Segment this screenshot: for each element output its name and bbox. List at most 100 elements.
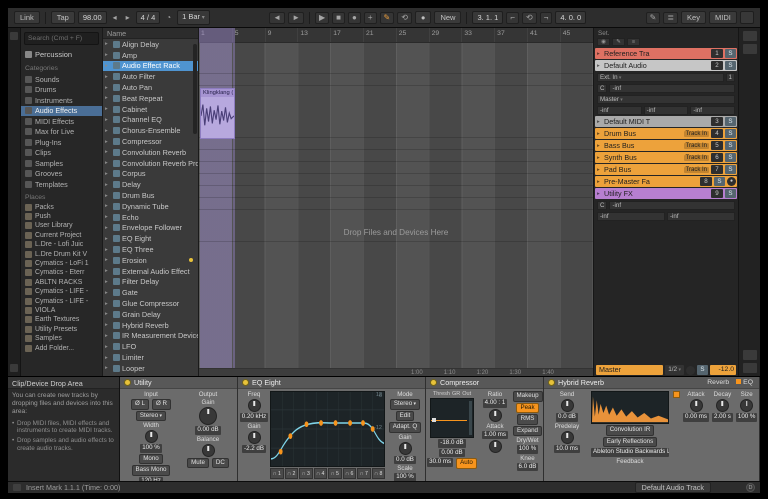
eq-band-button[interactable]: 7 bbox=[357, 468, 371, 479]
ir-waveform-display[interactable] bbox=[591, 391, 669, 424]
eq-eight-title-bar[interactable]: EQ Eight bbox=[238, 377, 425, 389]
track-name[interactable]: Bass Bus bbox=[604, 141, 682, 150]
edit-button[interactable]: Edit bbox=[396, 411, 415, 422]
crossfade-assign-button[interactable]: C bbox=[597, 84, 607, 93]
ratio-value[interactable]: 4.00 : 1 bbox=[483, 399, 508, 408]
track-fold-icon[interactable] bbox=[597, 63, 602, 69]
io-show-hide-icon[interactable] bbox=[743, 44, 757, 54]
track-header-pre-master[interactable]: Pre-Master Fa 8 S ● bbox=[595, 176, 737, 187]
sidebar-category-item[interactable]: Drums bbox=[21, 85, 102, 96]
track-header-bus[interactable]: Drum Bus Track In 4 S bbox=[595, 128, 737, 139]
solo-button[interactable]: S bbox=[725, 165, 736, 174]
punch-out-button[interactable]: ¬ bbox=[540, 12, 553, 24]
output-gain-value[interactable]: 0.0 dB bbox=[394, 456, 416, 465]
crossfade-assign-button[interactable]: C bbox=[597, 201, 607, 210]
reverb-tab[interactable]: Reverb bbox=[705, 379, 731, 386]
browser-device-row[interactable]: Align Delay bbox=[103, 39, 198, 50]
sidebar-place-item[interactable]: VIOLA bbox=[21, 306, 102, 315]
eq-band-button[interactable]: 5 bbox=[328, 468, 342, 479]
threshold-value[interactable]: -18.0 dB bbox=[438, 439, 465, 448]
eq-band-button[interactable]: 8 bbox=[372, 468, 386, 479]
master-track-name[interactable]: Master bbox=[596, 365, 663, 375]
track-fold-icon[interactable] bbox=[597, 143, 602, 149]
attack-value[interactable]: 1.00 ms bbox=[482, 431, 508, 440]
browser-toggle-icon[interactable] bbox=[10, 32, 18, 40]
size-value[interactable]: 100 % bbox=[736, 413, 758, 422]
solo-button[interactable]: S bbox=[725, 117, 736, 126]
browser-device-row[interactable]: Beat Repeat bbox=[103, 93, 198, 104]
browser-device-row[interactable]: Glue Compressor bbox=[103, 298, 198, 309]
track-routing[interactable]: Track In bbox=[684, 131, 709, 137]
back-arrow-button[interactable]: ◄ bbox=[269, 12, 285, 24]
overview-toggle-icon[interactable] bbox=[743, 31, 757, 41]
sidebar-category-item[interactable]: Sounds bbox=[21, 74, 102, 85]
solo-button[interactable]: S bbox=[714, 177, 725, 186]
track-fold-icon[interactable] bbox=[597, 179, 602, 185]
track-fold-icon[interactable] bbox=[597, 119, 602, 125]
capture-midi-button[interactable]: ● bbox=[415, 11, 432, 24]
browser-device-row[interactable]: Filter Delay bbox=[103, 277, 198, 288]
track-routing[interactable]: Track In bbox=[684, 155, 709, 161]
solo-button[interactable]: S bbox=[725, 49, 736, 58]
key-map-button[interactable]: Key bbox=[681, 11, 706, 24]
mute-button[interactable]: Mute bbox=[187, 458, 209, 469]
thresh-tab[interactable]: Thresh bbox=[433, 391, 450, 397]
master-solo-button[interactable]: S bbox=[697, 365, 708, 375]
browser-device-row[interactable]: Corpus bbox=[103, 169, 198, 180]
sidebar-category-item[interactable]: MIDI Effects bbox=[21, 116, 102, 127]
new-button[interactable]: New bbox=[434, 11, 461, 24]
search-input[interactable]: Search (Cmd + F) bbox=[24, 32, 99, 45]
eq-band-button[interactable]: 2 bbox=[285, 468, 299, 479]
info-view-toggle-icon[interactable] bbox=[10, 364, 18, 372]
track-name[interactable]: Pad Bus bbox=[604, 165, 682, 174]
track-name[interactable]: Utility FX bbox=[604, 189, 709, 198]
width-value[interactable]: 100 % bbox=[140, 444, 162, 453]
attack-value[interactable]: 0.00 ms bbox=[683, 413, 709, 422]
track-header-default-audio[interactable]: Default Audio 2 S bbox=[595, 60, 737, 71]
beat-time-ruler[interactable]: 159131721252933374145 bbox=[199, 28, 593, 43]
sidebar-category-item[interactable]: Clips bbox=[21, 148, 102, 159]
current-track-indicator[interactable]: Default Audio Track bbox=[635, 482, 711, 493]
follow-button[interactable]: ≣ bbox=[663, 12, 678, 24]
utility-title-bar[interactable]: Utility bbox=[120, 377, 237, 389]
meter-value[interactable]: -inf bbox=[690, 106, 735, 115]
attack-knob[interactable] bbox=[690, 399, 703, 412]
browser-device-row[interactable]: Looper bbox=[103, 363, 198, 374]
sidebar-place-item[interactable]: Cymatics - LIFE - bbox=[21, 287, 102, 296]
sidebar-place-item[interactable]: User Library bbox=[21, 221, 102, 230]
track-routing[interactable]: Track In bbox=[684, 167, 709, 173]
track-name[interactable]: Default Audio bbox=[604, 61, 709, 70]
attack-knob[interactable] bbox=[489, 440, 502, 453]
track-lanes[interactable]: Klingklang ( Drop Files and Devices Here bbox=[199, 43, 593, 368]
decay-value[interactable]: 2.00 s bbox=[712, 413, 733, 422]
disk-overload-indicator[interactable]: D bbox=[746, 483, 755, 492]
gain-knob[interactable] bbox=[199, 407, 217, 425]
audio-clip[interactable]: Klingklang ( bbox=[200, 88, 235, 139]
band-gain-value[interactable]: -2.2 dB bbox=[242, 445, 266, 454]
zoom-in-icon[interactable] bbox=[743, 363, 757, 373]
sidebar-place-item[interactable]: Add Folder... bbox=[21, 343, 102, 352]
sidebar-category-item[interactable]: Samples bbox=[21, 158, 102, 169]
tap-tempo-button[interactable]: Tap bbox=[51, 11, 75, 24]
channel-mode-chooser[interactable]: Stereo bbox=[136, 411, 166, 422]
track-fold-icon[interactable] bbox=[597, 155, 602, 161]
convolution-ir-button[interactable]: Convolution IR bbox=[606, 425, 655, 436]
eq-tab[interactable]: EQ bbox=[734, 379, 755, 386]
browser-device-row[interactable]: IR Measurement Device bbox=[103, 331, 198, 342]
track-fold-icon[interactable] bbox=[597, 191, 602, 197]
track-fold-icon[interactable] bbox=[597, 131, 602, 137]
quantization-menu[interactable]: 1 Bar bbox=[177, 10, 210, 25]
scale-value[interactable]: 100 % bbox=[394, 473, 416, 481]
auto-release-button[interactable]: Auto bbox=[456, 458, 477, 469]
browser-device-row[interactable]: Gate bbox=[103, 287, 198, 298]
loop-start-display[interactable]: 3. 1. 1 bbox=[472, 11, 503, 24]
meter-value[interactable]: -inf bbox=[597, 106, 642, 115]
gain-value[interactable]: 0.00 dB bbox=[195, 426, 220, 435]
freq-value[interactable]: 0.20 kHz bbox=[240, 413, 268, 422]
sidebar-place-item[interactable]: ABLTN RACKS bbox=[21, 278, 102, 287]
eq-spectrum-display[interactable]: 120-12 bbox=[270, 391, 385, 467]
phase-invert-left-button[interactable]: Ø L bbox=[131, 399, 149, 410]
draw-mode-button[interactable]: ✎ bbox=[646, 12, 661, 24]
dc-filter-button[interactable]: DC bbox=[212, 458, 229, 469]
browser-device-row[interactable]: Auto Filter bbox=[103, 71, 198, 82]
